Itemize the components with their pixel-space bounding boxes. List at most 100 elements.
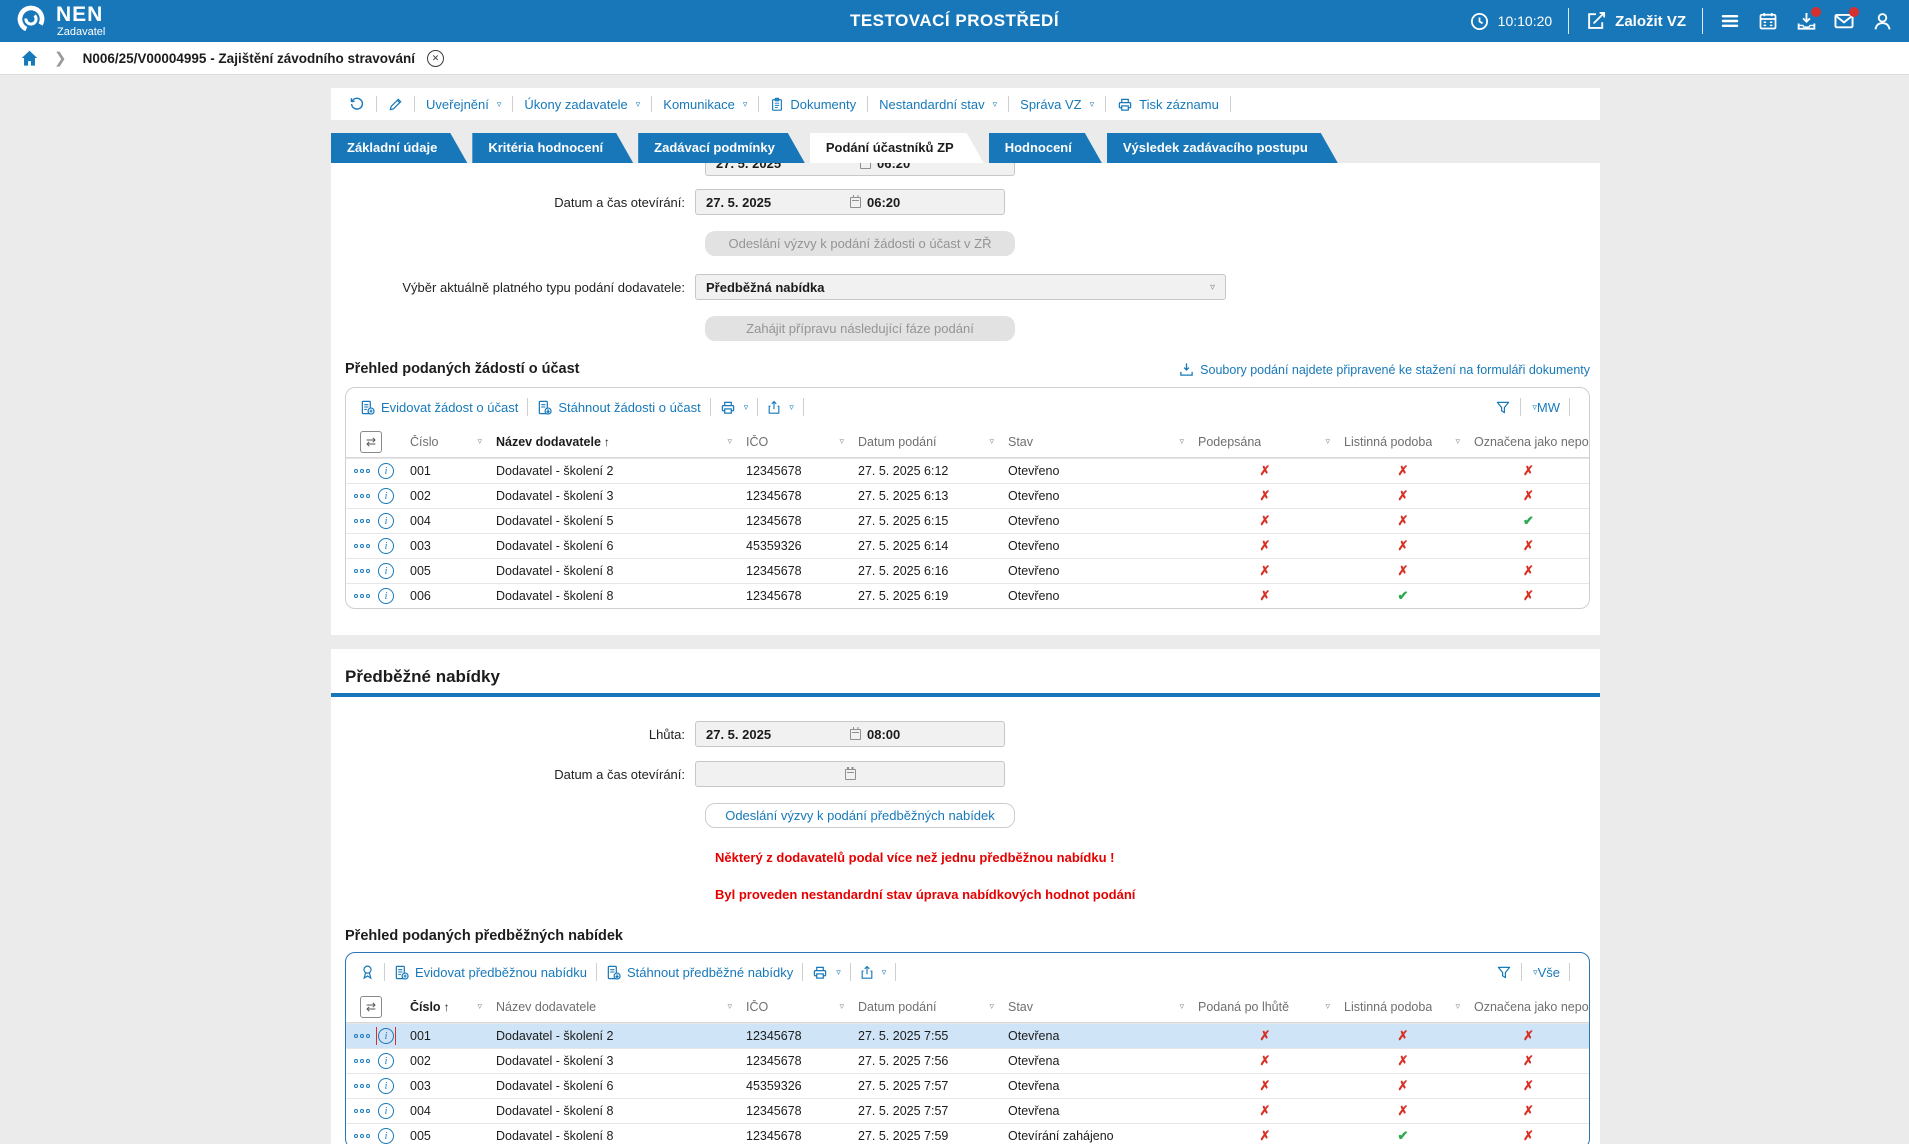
history-button[interactable]	[345, 96, 369, 112]
column-header[interactable]: Stav ▿	[1002, 991, 1192, 1022]
tisk-zaznamu-button[interactable]: Tisk záznamu	[1113, 97, 1223, 112]
evidovat-zadost-button[interactable]: Evidovat žádost o účast	[360, 400, 518, 415]
filter-caret-icon[interactable]: ▿	[1455, 1001, 1460, 1012]
tab-zadavaci-podminky[interactable]: Zadávací podmínky	[638, 133, 805, 163]
row-menu-button[interactable]	[354, 494, 370, 498]
row-menu-button[interactable]	[354, 1084, 370, 1088]
user-icon[interactable]	[1871, 10, 1893, 32]
column-header[interactable]: Číslo ▿	[404, 426, 490, 457]
row-info-button[interactable]: i	[377, 487, 395, 505]
row-menu-button[interactable]	[354, 469, 370, 473]
sprava-vz-menu[interactable]: Správa VZ ▿	[1016, 97, 1098, 112]
column-header[interactable]: IČO ▿	[740, 426, 852, 457]
filter-caret-icon[interactable]: ▿	[727, 1001, 732, 1012]
filter-caret-icon[interactable]: ▿	[477, 1001, 482, 1012]
calendar-icon[interactable]	[1757, 10, 1779, 32]
export-button[interactable]: ▿	[767, 400, 794, 415]
row-menu-button[interactable]	[354, 1034, 370, 1038]
evidovat-nabidku-button[interactable]: Evidovat předběžnou nabídku	[394, 965, 587, 980]
filter-button[interactable]	[1495, 400, 1511, 415]
view-selector[interactable]: MW	[1537, 400, 1560, 415]
filter-caret-icon[interactable]: ▿	[1325, 436, 1330, 447]
nestandardni-stav-menu[interactable]: Nestandardní stav ▿	[875, 97, 1001, 112]
column-header[interactable]: Datum podání ▿	[852, 991, 1002, 1022]
tab-hodnoceni[interactable]: Hodnocení	[989, 133, 1102, 163]
row-info-button[interactable]: i	[377, 1127, 395, 1144]
column-header[interactable]: Stav ▿	[1002, 426, 1192, 457]
row-menu-button[interactable]	[354, 1134, 370, 1138]
tab-vysledek[interactable]: Výsledek zadávacího postupu	[1107, 133, 1338, 163]
home-icon[interactable]	[18, 47, 40, 69]
row-menu-button[interactable]	[354, 594, 370, 598]
filter-caret-icon[interactable]: ▿	[1455, 436, 1460, 447]
row-menu-button[interactable]	[354, 519, 370, 523]
table-row[interactable]: i 003 Dodavatel - školení 6 45359326 27. 5. …	[346, 533, 1589, 558]
row-info-button[interactable]: i	[377, 537, 395, 555]
column-header[interactable]: Číslo ↑ ▿	[404, 991, 490, 1022]
row-info-button[interactable]: i	[377, 1102, 395, 1120]
prelim-opening-field[interactable]	[695, 761, 1005, 787]
lhuta-field[interactable]: 27. 5. 2025 08:00	[695, 721, 1005, 747]
submission-files-link[interactable]: Soubory podání najdete připravené ke sta…	[1179, 362, 1590, 377]
row-menu-button[interactable]	[354, 569, 370, 573]
row-menu-button[interactable]	[354, 1059, 370, 1063]
inbox-download-icon[interactable]	[1795, 7, 1821, 32]
uverejneni-menu[interactable]: Uveřejnění ▿	[422, 97, 505, 112]
row-info-button[interactable]: i	[377, 587, 395, 605]
stahnout-nabidky-button[interactable]: Stáhnout předběžné nabídky	[606, 965, 793, 980]
deadline-field-clipped[interactable]: 27. 5. 2025 06:20	[705, 163, 1015, 176]
row-info-button[interactable]: i	[376, 1027, 396, 1045]
tab-zakladni-udaje[interactable]: Základní údaje	[331, 133, 467, 163]
column-header[interactable]: Označena jako nepodaná▿	[1468, 991, 1589, 1022]
column-header[interactable]: Název dodavatele ↑ ▿	[490, 426, 740, 457]
next-phase-button[interactable]: Zahájit přípravu následující fáze podání	[705, 316, 1015, 341]
dokumenty-menu[interactable]: Dokumenty	[766, 97, 860, 112]
export-button[interactable]: ▿	[860, 965, 886, 980]
filter-button[interactable]	[1496, 965, 1512, 980]
row-info-button[interactable]: i	[377, 1077, 395, 1095]
record-title[interactable]: N006/25/V00004995 - Zajištění závodního …	[83, 51, 415, 66]
column-header[interactable]: Podepsána ▿	[1192, 426, 1338, 457]
column-settings-icon[interactable]: ⇄	[360, 430, 382, 453]
column-settings-icon[interactable]: ⇄	[360, 995, 382, 1018]
column-header[interactable]: IČO ▿	[740, 991, 852, 1022]
filter-caret-icon[interactable]: ▿	[989, 1001, 994, 1012]
filter-caret-icon[interactable]: ▿	[839, 436, 844, 447]
row-info-button[interactable]: i	[377, 462, 395, 480]
print-button[interactable]: ▿	[720, 400, 748, 415]
filter-caret-icon[interactable]: ▿	[1179, 436, 1184, 447]
row-menu-button[interactable]	[354, 544, 370, 548]
table-row[interactable]: i 002 Dodavatel - školení 3 12345678 27. 5. …	[346, 1048, 1589, 1073]
send-prelim-invitation-button[interactable]: Odeslání výzvy k podání předběžných nabí…	[705, 803, 1015, 828]
filter-caret-icon[interactable]: ▿	[727, 436, 732, 447]
table-row[interactable]: i 001 Dodavatel - školení 2 12345678 27. 5. …	[346, 458, 1589, 483]
table-row[interactable]: i 005 Dodavatel - školení 8 12345678 27. 5. …	[346, 558, 1589, 583]
table-row[interactable]: i 004 Dodavatel - školení 5 12345678 27. 5. …	[346, 508, 1589, 533]
komunikace-menu[interactable]: Komunikace ▿	[659, 97, 751, 112]
nen-logo[interactable]: NEN Zadavatel	[14, 2, 105, 41]
filter-caret-icon[interactable]: ▿	[477, 436, 482, 447]
table-row[interactable]: i 002 Dodavatel - školení 3 12345678 27. 5. …	[346, 483, 1589, 508]
submission-type-select[interactable]: Předběžná nabídka ▿	[695, 274, 1226, 300]
column-header[interactable]: Název dodavatele ▿	[490, 991, 740, 1022]
send-request-invitation-button[interactable]: Odeslání výzvy k podání žádosti o účast …	[705, 231, 1015, 256]
zalozit-vz-button[interactable]: Založit VZ	[1585, 10, 1686, 32]
view-selector[interactable]: Vše	[1538, 965, 1560, 980]
tab-kriteria-hodnoceni[interactable]: Kritéria hodnocení	[472, 133, 633, 163]
row-info-button[interactable]: i	[377, 1052, 395, 1070]
table-row[interactable]: i 003 Dodavatel - školení 6 45359326 27. 5. …	[346, 1073, 1589, 1098]
menu-hamburger-icon[interactable]	[1719, 10, 1741, 32]
table-row[interactable]: i 006 Dodavatel - školení 8 12345678 27. 5. …	[346, 583, 1589, 608]
edit-button[interactable]	[384, 97, 407, 112]
column-header[interactable]: Datum podání ▿	[852, 426, 1002, 457]
row-menu-button[interactable]	[354, 1109, 370, 1113]
column-header[interactable]: Listinná podoba ▿	[1338, 991, 1468, 1022]
row-info-button[interactable]: i	[377, 562, 395, 580]
opening-datetime-field[interactable]: 27. 5. 2025 06:20	[695, 189, 1005, 215]
filter-caret-icon[interactable]: ▿	[1325, 1001, 1330, 1012]
column-header[interactable]: Podaná po lhůtě ▿	[1192, 991, 1338, 1022]
close-record-icon[interactable]: ✕	[426, 49, 444, 67]
column-header[interactable]: Listinná podoba ▿	[1338, 426, 1468, 457]
award-button[interactable]	[360, 964, 375, 980]
ukony-zadavatele-menu[interactable]: Úkony zadavatele ▿	[520, 97, 644, 112]
